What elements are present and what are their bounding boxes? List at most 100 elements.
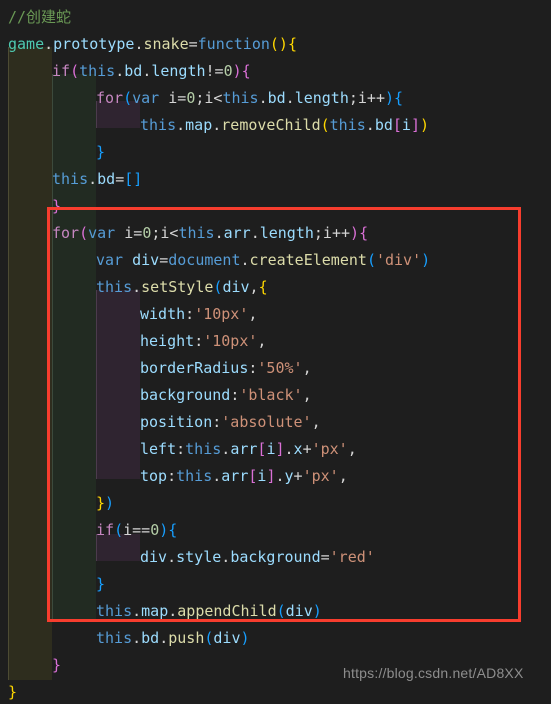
code-token: ( bbox=[320, 116, 330, 134]
code-token: bd bbox=[141, 629, 160, 647]
code-token: . bbox=[115, 62, 125, 80]
code-line[interactable]: borderRadius:'50%', bbox=[0, 355, 551, 382]
code-token: ) bbox=[312, 602, 322, 620]
code-token: length bbox=[294, 89, 349, 107]
code-token: . bbox=[176, 116, 186, 134]
code-token: position bbox=[140, 413, 213, 431]
code-line[interactable]: top:this.arr[i].y+'px', bbox=[0, 463, 551, 490]
code-line[interactable]: background:'black', bbox=[0, 382, 551, 409]
code-token: 'absolute' bbox=[221, 413, 312, 431]
code-token: ] bbox=[275, 440, 285, 458]
code-token: this bbox=[222, 89, 259, 107]
code-token: if bbox=[52, 62, 71, 80]
code-token: //创建蛇 bbox=[8, 8, 72, 26]
code-token: div bbox=[140, 548, 168, 566]
code-content[interactable]: //创建蛇 game.prototype.snake=function(){if(… bbox=[0, 0, 551, 704]
code-token: for bbox=[52, 224, 80, 242]
code-token: ( bbox=[79, 224, 89, 242]
code-token: ;i++ bbox=[348, 89, 385, 107]
code-token: 'px' bbox=[311, 440, 348, 458]
code-token: createElement bbox=[249, 251, 367, 269]
code-line[interactable]: this.map.appendChild(div) bbox=[0, 598, 551, 625]
code-line[interactable]: } bbox=[0, 139, 551, 166]
code-token: ) bbox=[240, 629, 250, 647]
code-token: . bbox=[142, 62, 152, 80]
code-token: this bbox=[79, 62, 116, 80]
code-line[interactable]: this.bd.push(div) bbox=[0, 625, 551, 652]
code-token: 0 bbox=[223, 62, 233, 80]
code-token: : bbox=[185, 305, 195, 323]
code-token: background bbox=[230, 548, 321, 566]
code-line[interactable]: for(var i=0;i<this.bd.length;i++){ bbox=[0, 85, 551, 112]
code-token: } bbox=[96, 494, 106, 512]
code-token: . bbox=[214, 224, 224, 242]
code-token: '10px' bbox=[203, 332, 258, 350]
code-line[interactable]: this.bd=[] bbox=[0, 166, 551, 193]
code-token: this bbox=[96, 602, 133, 620]
code-line[interactable]: //创建蛇 bbox=[0, 4, 551, 31]
code-token: push bbox=[168, 629, 205, 647]
code-token: bd bbox=[267, 89, 286, 107]
code-line[interactable]: for(var i=0;i<this.arr.length;i++){ bbox=[0, 220, 551, 247]
code-token: { bbox=[258, 278, 268, 296]
code-token: . bbox=[132, 278, 142, 296]
code-editor-screenshot: //创建蛇 game.prototype.snake=function(){if(… bbox=[0, 0, 551, 704]
code-line[interactable]: left:this.arr[i].x+'px', bbox=[0, 436, 551, 463]
code-token: this bbox=[52, 170, 89, 188]
code-token: height bbox=[140, 332, 195, 350]
code-token: , bbox=[249, 278, 259, 296]
code-line[interactable]: game.prototype.snake=function(){ bbox=[0, 31, 551, 58]
code-token: . bbox=[44, 35, 54, 53]
code-token: ;i< bbox=[151, 224, 179, 242]
code-token: i bbox=[401, 116, 411, 134]
code-token: . bbox=[168, 602, 178, 620]
code-token: document bbox=[168, 251, 241, 269]
code-line[interactable]: }) bbox=[0, 490, 551, 517]
code-token: [] bbox=[124, 170, 143, 188]
code-token: { bbox=[168, 521, 178, 539]
code-token: , bbox=[338, 467, 348, 485]
code-token: } bbox=[52, 197, 62, 215]
code-token: . bbox=[250, 224, 260, 242]
code-token: . bbox=[240, 251, 250, 269]
code-token: } bbox=[52, 656, 62, 674]
code-line[interactable]: div.style.background='red' bbox=[0, 544, 551, 571]
code-token: 'red' bbox=[329, 548, 375, 566]
code-token: . bbox=[159, 629, 169, 647]
code-token: i== bbox=[123, 521, 151, 539]
code-token: 0 bbox=[150, 521, 160, 539]
code-token: ) bbox=[385, 89, 395, 107]
code-line[interactable]: if(i==0){ bbox=[0, 517, 551, 544]
code-token: = bbox=[188, 35, 198, 53]
code-token: x bbox=[293, 440, 303, 458]
code-token: function bbox=[197, 35, 270, 53]
code-token: 0 bbox=[186, 89, 196, 107]
code-token: borderRadius bbox=[140, 359, 249, 377]
code-line[interactable]: this.map.removeChild(this.bd[i]) bbox=[0, 112, 551, 139]
code-line[interactable]: height:'10px', bbox=[0, 328, 551, 355]
code-line[interactable]: } bbox=[0, 679, 551, 704]
code-token: . bbox=[212, 116, 222, 134]
code-line[interactable]: position:'absolute', bbox=[0, 409, 551, 436]
code-token: background bbox=[140, 386, 231, 404]
code-line[interactable]: } bbox=[0, 571, 551, 598]
code-token: this bbox=[185, 440, 222, 458]
code-token: . bbox=[285, 89, 295, 107]
code-line[interactable]: this.setStyle(div,{ bbox=[0, 274, 551, 301]
code-token: div bbox=[213, 629, 241, 647]
code-line[interactable]: if(this.bd.length!=0){ bbox=[0, 58, 551, 85]
code-line[interactable]: width:'10px', bbox=[0, 301, 551, 328]
watermark-text: https://blog.csdn.net/AD8XX bbox=[343, 665, 524, 681]
code-token: = bbox=[115, 170, 125, 188]
code-token: { bbox=[241, 62, 251, 80]
code-token: () bbox=[269, 35, 288, 53]
code-token: map bbox=[141, 602, 169, 620]
code-line[interactable]: } bbox=[0, 193, 551, 220]
code-token: : bbox=[167, 467, 177, 485]
code-token: . bbox=[88, 170, 98, 188]
code-line[interactable]: var div=document.createElement('div') bbox=[0, 247, 551, 274]
code-token: + bbox=[293, 467, 303, 485]
code-token: : bbox=[212, 413, 222, 431]
code-token: i= bbox=[159, 89, 187, 107]
code-token: ( bbox=[114, 521, 124, 539]
